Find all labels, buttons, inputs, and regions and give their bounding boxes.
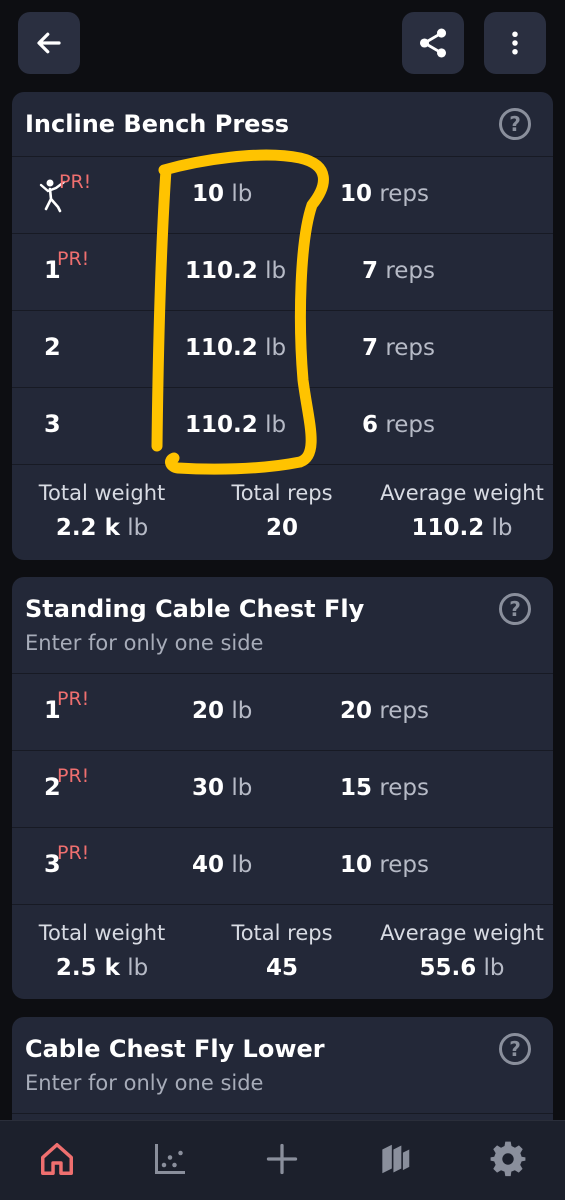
exercise-header: Standing Cable Chest Fly Enter for only … <box>12 577 553 673</box>
set-weight: 40 lb <box>192 852 253 878</box>
pr-badge: PR! <box>57 765 90 787</box>
set-number: 2 <box>44 333 61 361</box>
exercise-card[interactable]: Incline Bench Press ? PR! 10 lb 10 reps … <box>12 92 553 560</box>
help-icon[interactable]: ? <box>499 593 531 625</box>
more-vertical-icon <box>512 31 518 55</box>
set-reps: 7 reps <box>362 335 436 361</box>
arrow-left-icon <box>37 32 61 54</box>
exercise-totals: Total weight 2.5 k lb Total reps 45 Aver… <box>12 904 553 999</box>
pr-badge: PR! <box>57 248 90 270</box>
nav-home[interactable] <box>37 1139 77 1179</box>
nav-stats[interactable] <box>150 1139 190 1179</box>
exercise-header: Cable Chest Fly Lower Enter for only one… <box>12 1017 553 1113</box>
exercise-title: Incline Bench Press <box>25 110 290 138</box>
divider <box>12 1113 553 1114</box>
help-icon[interactable]: ? <box>499 108 531 140</box>
chart-icon <box>155 1144 185 1174</box>
set-weight: 20 lb <box>192 698 253 724</box>
more-menu-button[interactable] <box>484 12 546 74</box>
nav-settings[interactable] <box>488 1139 528 1179</box>
set-reps: 6 reps <box>362 412 436 438</box>
plates-icon <box>382 1144 410 1174</box>
set-number: 3 <box>44 410 61 438</box>
back-button[interactable] <box>18 12 80 74</box>
total-weight: Total weight 2.5 k lb <box>38 921 166 981</box>
set-row[interactable]: 3 PR! 40 lb 10 reps <box>12 827 553 904</box>
set-row[interactable]: 2 110.2 lb 7 reps <box>12 310 553 387</box>
set-reps: 10 reps <box>340 181 430 207</box>
pr-badge: PR! <box>57 688 90 710</box>
help-icon[interactable]: ? <box>499 1033 531 1065</box>
exercise-totals: Total weight 2.2 k lb Total reps 20 Aver… <box>12 464 553 560</box>
add-icon <box>266 1143 298 1175</box>
set-weight: 110.2 lb <box>185 258 287 284</box>
set-reps: 15 reps <box>340 775 430 801</box>
home-icon <box>41 1143 73 1175</box>
set-weight: 30 lb <box>192 775 253 801</box>
exercise-note: Enter for only one side <box>25 1071 264 1095</box>
share-button[interactable] <box>402 12 464 74</box>
set-row-warmup[interactable]: PR! 10 lb 10 reps <box>12 156 553 233</box>
set-weight: 10 lb <box>192 181 253 207</box>
set-row[interactable]: 1 PR! 110.2 lb 7 reps <box>12 233 553 310</box>
share-icon <box>419 28 447 58</box>
nav-plates[interactable] <box>375 1139 415 1179</box>
exercise-note: Enter for only one side <box>25 631 264 655</box>
nav-add[interactable] <box>262 1139 302 1179</box>
set-reps: 20 reps <box>340 698 430 724</box>
set-row[interactable]: 2 PR! 30 lb 15 reps <box>12 750 553 827</box>
settings-icon <box>490 1141 526 1177</box>
exercise-card[interactable]: Standing Cable Chest Fly Enter for only … <box>12 577 553 999</box>
set-row[interactable]: 1 PR! 20 lb 20 reps <box>12 673 553 750</box>
total-weight: Total weight 2.2 k lb <box>38 481 166 541</box>
exercise-title: Cable Chest Fly Lower <box>25 1035 325 1063</box>
exercise-header: Incline Bench Press ? <box>12 92 553 156</box>
total-reps: Total reps 45 <box>231 921 333 981</box>
set-weight: 110.2 lb <box>185 335 287 361</box>
set-reps: 7 reps <box>362 258 436 284</box>
set-weight: 110.2 lb <box>185 412 287 438</box>
set-reps: 10 reps <box>340 852 430 878</box>
pr-badge: PR! <box>57 842 90 864</box>
bottom-navigation <box>0 1120 565 1200</box>
exercise-card[interactable]: Cable Chest Fly Lower Enter for only one… <box>12 1017 553 1120</box>
average-weight: Average weight 55.6 lb <box>380 921 544 981</box>
top-bar <box>0 0 565 84</box>
total-reps: Total reps 20 <box>231 481 333 541</box>
pr-badge: PR! <box>59 171 92 193</box>
set-row[interactable]: 3 110.2 lb 6 reps <box>12 387 553 464</box>
exercise-title: Standing Cable Chest Fly <box>25 595 365 623</box>
average-weight: Average weight 110.2 lb <box>380 481 544 541</box>
